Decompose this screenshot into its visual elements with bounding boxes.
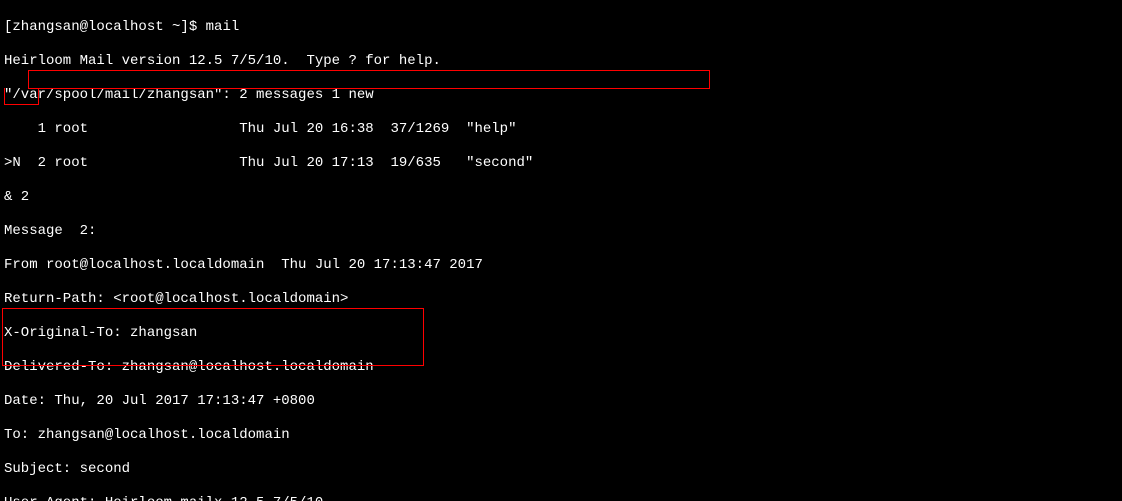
mail-list-item-2: >N 2 root Thu Jul 20 17:13 19/635 "secon…	[4, 155, 533, 172]
shell-prompt: [zhangsan@localhost ~]$	[4, 19, 206, 35]
message-delivered-to: Delivered-To: zhangsan@localhost.localdo…	[4, 359, 533, 376]
mail-header-version: Heirloom Mail version 12.5 7/5/10. Type …	[4, 53, 533, 70]
terminal-content: [zhangsan@localhost ~]$ mail Heirloom Ma…	[0, 0, 537, 501]
message-from-line: From root@localhost.localdomain Thu Jul …	[4, 257, 533, 274]
message-date: Date: Thu, 20 Jul 2017 17:13:47 +0800	[4, 393, 533, 410]
terminal-window[interactable]: [zhangsan@localhost ~]$ mail Heirloom Ma…	[0, 0, 1122, 501]
message-to: To: zhangsan@localhost.localdomain	[4, 427, 533, 444]
mail-list-item-1: 1 root Thu Jul 20 16:38 37/1269 "help"	[4, 121, 533, 138]
message-title: Message 2:	[4, 223, 533, 240]
mail-header-spool: "/var/spool/mail/zhangsan": 2 messages 1…	[4, 87, 533, 104]
command-mail: mail	[206, 19, 240, 35]
message-x-original-to: X-Original-To: zhangsan	[4, 325, 533, 342]
mail-prompt-open-2: & 2	[4, 189, 533, 206]
message-subject: Subject: second	[4, 461, 533, 478]
prompt-line: [zhangsan@localhost ~]$ mail	[4, 19, 533, 36]
message-return-path: Return-Path: <root@localhost.localdomain…	[4, 291, 533, 308]
message-user-agent: User-Agent: Heirloom mailx 12.5 7/5/10	[4, 495, 533, 501]
